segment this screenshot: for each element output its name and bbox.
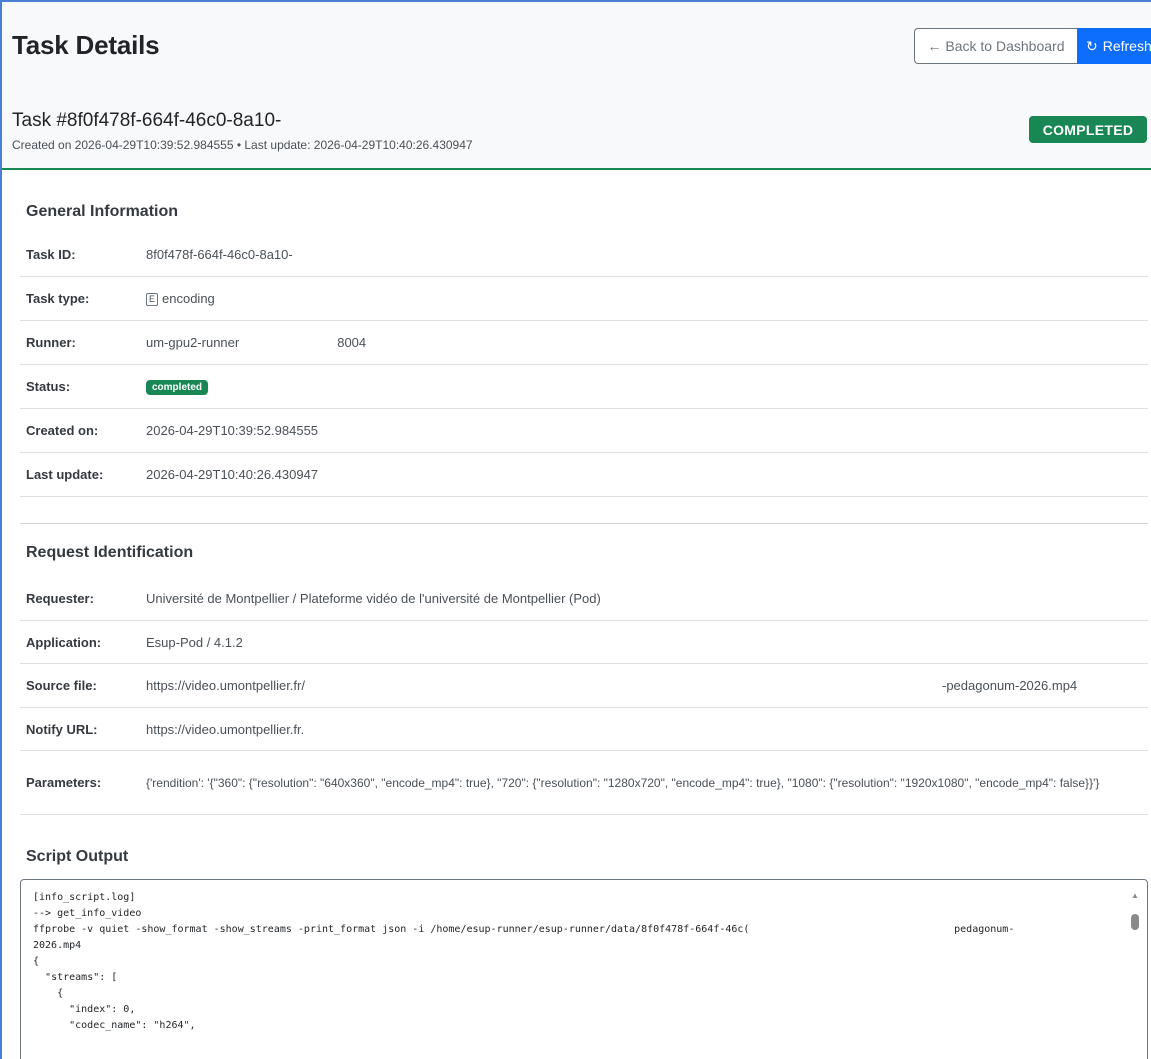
- runner-name: um-gpu2-runner: [146, 335, 240, 350]
- table-row: Last update: 2026-04-29T10:40:26.430947: [20, 453, 1148, 497]
- task-card-header: Task #8f0f478f-664f-46c0-8a10- Created o…: [2, 88, 1151, 170]
- task-type-value: Eencoding: [146, 290, 1148, 307]
- source-file-url[interactable]: https://video.umontpellier.fr/: [146, 678, 305, 693]
- task-id-value: 8f0f478f-664f-46c0-8a10-: [146, 247, 293, 262]
- page-title: Task Details: [12, 30, 160, 60]
- row-label: Task type:: [26, 291, 90, 306]
- table-row: Task ID: 8f0f478f-664f-46c0-8a10-: [20, 233, 1148, 277]
- row-label: Status:: [26, 379, 71, 394]
- table-row: Notify URL: https://video.umontpellier.f…: [20, 708, 1148, 751]
- status-badge: COMPLETED: [1029, 116, 1147, 143]
- table-row: Status: completed: [20, 365, 1148, 409]
- page-header: Task Details ← Back to Dashboard ↻ Refre…: [2, 2, 1151, 88]
- back-to-dashboard-button[interactable]: ← Back to Dashboard: [914, 28, 1077, 64]
- runner-value: um-gpu2-runner 8004: [146, 335, 1148, 350]
- parameters-value: {'rendition': '{"360": {"resolution": "6…: [146, 775, 1100, 790]
- row-label: Last update:: [26, 467, 104, 482]
- row-label: Application:: [26, 634, 102, 650]
- table-row: Source file: https://video.umontpellier.…: [20, 664, 1148, 708]
- status-pill: completed: [146, 380, 209, 395]
- status-value: completed: [146, 378, 1148, 395]
- task-title: Task #8f0f478f-664f-46c0-8a10-: [12, 110, 282, 131]
- table-row: Task type: Eencoding: [20, 277, 1148, 321]
- notify-url-value[interactable]: https://video.umontpellier.fr.: [146, 722, 1148, 737]
- script-output-text: [info_script.log] --> get_info_video ffp…: [33, 892, 1015, 1031]
- refresh-button[interactable]: ↻ Refresh: [1077, 28, 1151, 64]
- table-row: Application: Esup-Pod / 4.1.2: [20, 621, 1148, 664]
- general-information-table: Task ID: 8f0f478f-664f-46c0-8a10- Task t…: [20, 233, 1148, 497]
- encoding-type-icon: E: [146, 293, 159, 307]
- scroll-thumb[interactable]: [1131, 914, 1139, 930]
- requester-value: Université de Montpellier / Plateforme v…: [146, 591, 601, 606]
- runner-port: 8004: [337, 335, 367, 350]
- scroll-up-icon[interactable]: ▲: [1129, 890, 1141, 902]
- request-identification-table: Requester: Université de Montpellier / P…: [20, 577, 1148, 815]
- script-output-box[interactable]: [info_script.log] --> get_info_video ffp…: [20, 879, 1148, 1059]
- table-row: Requester: Université de Montpellier / P…: [20, 577, 1148, 621]
- refresh-icon: ↻: [1086, 37, 1098, 54]
- task-type-text: encoding: [162, 290, 215, 306]
- last-update-value: 2026-04-29T10:40:26.430947: [146, 467, 319, 482]
- table-row: Parameters: {'rendition': '{"360": {"res…: [20, 751, 1148, 815]
- source-file-value: https://video.umontpellier.fr/ -pedagonu…: [146, 678, 1148, 693]
- script-output-title: Script Output: [26, 848, 129, 865]
- task-meta: Created on 2026-04-29T10:39:52.984555 • …: [12, 138, 473, 152]
- row-label: Source file:: [26, 678, 97, 693]
- scrollbar[interactable]: ▲: [1129, 890, 1141, 1059]
- section-divider: [20, 523, 1148, 524]
- request-identification-title: Request Identification: [26, 544, 194, 561]
- created-on-value: 2026-04-29T10:39:52.984555: [146, 423, 319, 438]
- row-label: Runner:: [26, 335, 76, 350]
- general-information-title: General Information: [26, 203, 179, 220]
- table-row: Runner: um-gpu2-runner 8004: [20, 321, 1148, 365]
- application-value: Esup-Pod / 4.1.2: [146, 634, 243, 650]
- row-label: Parameters:: [26, 775, 102, 790]
- table-row: Created on: 2026-04-29T10:39:52.984555: [20, 409, 1148, 453]
- row-label: Created on:: [26, 423, 99, 438]
- row-label: Notify URL:: [26, 721, 98, 737]
- row-label: Task ID:: [26, 247, 76, 262]
- row-label: Requester:: [26, 591, 94, 606]
- source-file-suffix: -pedagonum-2026.mp4: [942, 678, 1078, 693]
- refresh-label: Refresh: [1102, 38, 1151, 54]
